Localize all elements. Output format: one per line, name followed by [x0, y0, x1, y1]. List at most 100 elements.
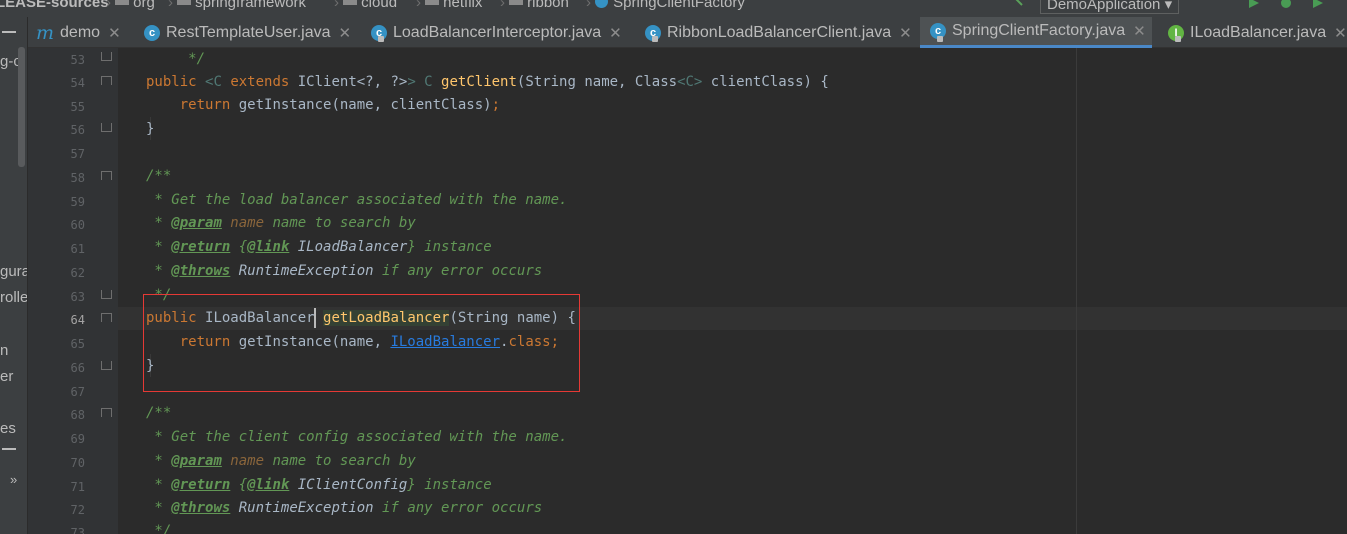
right-margin-guide: [1076, 48, 1077, 534]
collapse-dash-icon[interactable]: [2, 448, 16, 450]
line-number: 66: [70, 361, 85, 375]
line-number: 71: [70, 480, 85, 494]
line-number: 61: [70, 242, 85, 256]
fold-start-icon[interactable]: [101, 171, 112, 180]
project-tree-item[interactable]: gura: [0, 263, 27, 280]
code-line[interactable]: * Get the load balancer associated with …: [146, 189, 567, 212]
breadcrumb-item-cloud[interactable]: › cloud: [334, 0, 397, 11]
project-panel: g-cl gura rolle n er es »: [0, 17, 28, 534]
fold-start-icon[interactable]: [101, 408, 112, 417]
tab-springclientfactory[interactable]: c SpringClientFactory.java ✕: [920, 17, 1152, 48]
tab-resttemplateuser[interactable]: c RestTemplateUser.java ✕: [144, 17, 351, 48]
code-line[interactable]: * @throws RuntimeException if any error …: [146, 497, 542, 520]
line-number: 54: [70, 76, 85, 90]
line-number: 70: [70, 456, 85, 470]
collapse-dash-icon[interactable]: [2, 31, 16, 33]
line-number: 67: [70, 385, 85, 399]
code-line[interactable]: * Get the client config associated with …: [146, 426, 567, 449]
line-number: 68: [70, 408, 85, 422]
line-number: 57: [70, 147, 85, 161]
run-config-select[interactable]: DemoApplication ▾: [1040, 0, 1180, 14]
folder-icon: [343, 0, 358, 5]
project-tree-item[interactable]: rolle: [0, 289, 27, 306]
close-tab-icon[interactable]: ✕: [108, 24, 121, 42]
lock-icon: [937, 36, 943, 42]
breadcrumb-item-org[interactable]: › org: [106, 0, 155, 11]
code-line[interactable]: * @param name name to search by: [146, 450, 415, 473]
fold-start-icon[interactable]: [101, 76, 112, 85]
tab-label: LoadBalancerInterceptor.java: [393, 23, 602, 41]
line-number: 63: [70, 290, 85, 304]
fold-end-icon[interactable]: [101, 290, 112, 299]
folder-icon: [115, 0, 130, 5]
tab-label: RibbonLoadBalancerClient.java: [667, 23, 892, 41]
lock-icon: [1175, 36, 1181, 42]
code-line[interactable]: */: [146, 48, 205, 71]
navigation-breadcrumb: LEASE-sources › org › springframework › …: [0, 0, 1347, 17]
class-icon: c: [144, 24, 160, 41]
line-number: 73: [70, 526, 85, 534]
line-number: 62: [70, 266, 85, 280]
code-line[interactable]: */: [146, 520, 171, 534]
line-number: 56: [70, 123, 85, 137]
fold-start-icon[interactable]: [101, 313, 112, 322]
fold-end-icon[interactable]: [101, 52, 112, 61]
tab-iloadbalancer[interactable]: I ILoadBalancer.java ✕: [1168, 17, 1347, 48]
class-icon: [595, 0, 609, 8]
breadcrumb-item-sources[interactable]: LEASE-sources: [0, 0, 109, 11]
expand-chevron-icon[interactable]: »: [10, 472, 17, 487]
breadcrumb-item-ribbon[interactable]: › ribbon: [500, 0, 569, 11]
tab-label: RestTemplateUser.java: [166, 23, 331, 41]
tab-loadbalancerinterceptor[interactable]: c LoadBalancerInterceptor.java ✕: [371, 17, 622, 48]
lock-icon: [652, 36, 658, 42]
tab-label: SpringClientFactory.java: [952, 22, 1126, 39]
code-line[interactable]: /**: [146, 402, 171, 425]
fold-end-icon[interactable]: [101, 123, 112, 132]
annotation-highlight-box: [143, 294, 580, 392]
project-scrollbar[interactable]: [18, 47, 25, 167]
code-line[interactable]: * @param name name to search by: [146, 212, 415, 235]
code-line[interactable]: return getInstance(name, clientClass);: [146, 94, 500, 117]
line-number: 60: [70, 218, 85, 232]
line-number: 65: [70, 337, 85, 351]
close-tab-icon[interactable]: ✕: [1334, 24, 1347, 42]
line-number: 69: [70, 432, 85, 446]
debug-icon[interactable]: [1280, 0, 1292, 9]
line-number-current: 64: [70, 313, 85, 327]
tab-demo[interactable]: m demo ✕: [36, 17, 121, 48]
project-tree-item[interactable]: n: [0, 342, 8, 359]
close-tab-icon[interactable]: ✕: [899, 24, 912, 42]
run-icon[interactable]: [1248, 0, 1260, 9]
line-number: 59: [70, 195, 85, 209]
line-number: 55: [70, 100, 85, 114]
breadcrumb-item-springclientfactory[interactable]: › SpringClientFactory: [586, 0, 745, 11]
line-number: 72: [70, 503, 85, 517]
tab-label: demo: [60, 23, 101, 41]
tab-label: ILoadBalancer.java: [1190, 23, 1327, 41]
code-line[interactable]: * @return {@link ILoadBalancer} instance: [146, 236, 491, 259]
code-line[interactable]: public <C extends IClient<?, ?>> C getCl…: [146, 71, 829, 94]
line-number: 58: [70, 171, 85, 185]
tab-ribbonloadbalancerclient[interactable]: c RibbonLoadBalancerClient.java ✕: [645, 17, 912, 48]
module-m-icon: m: [36, 21, 55, 44]
close-tab-icon[interactable]: ✕: [609, 24, 622, 42]
back-arrow-icon[interactable]: [1013, 0, 1025, 9]
code-line[interactable]: /**: [146, 165, 171, 188]
code-line[interactable]: * @throws RuntimeException if any error …: [146, 260, 542, 283]
folder-icon: [509, 0, 524, 5]
folder-icon: [425, 0, 440, 5]
code-line[interactable]: }: [146, 118, 154, 141]
close-tab-icon[interactable]: ✕: [1133, 22, 1146, 40]
editor-tab-bar: m demo ✕ c RestTemplateUser.java ✕ c Loa…: [28, 17, 1347, 48]
coverage-icon[interactable]: [1312, 0, 1324, 9]
fold-end-icon[interactable]: [101, 361, 112, 370]
project-tree-item[interactable]: er: [0, 368, 13, 385]
project-tree-item[interactable]: es: [0, 420, 16, 437]
line-number: 53: [70, 53, 85, 67]
code-editor[interactable]: */ public <C extends IClient<?, ?>> C ge…: [118, 48, 1347, 534]
breadcrumb-item-netflix[interactable]: › netflix: [416, 0, 482, 11]
code-line[interactable]: * @return {@link IClientConfig} instance: [146, 474, 491, 497]
close-tab-icon[interactable]: ✕: [339, 24, 352, 42]
breadcrumb-item-springframework[interactable]: › springframework: [168, 0, 306, 11]
folder-icon: [177, 0, 192, 5]
